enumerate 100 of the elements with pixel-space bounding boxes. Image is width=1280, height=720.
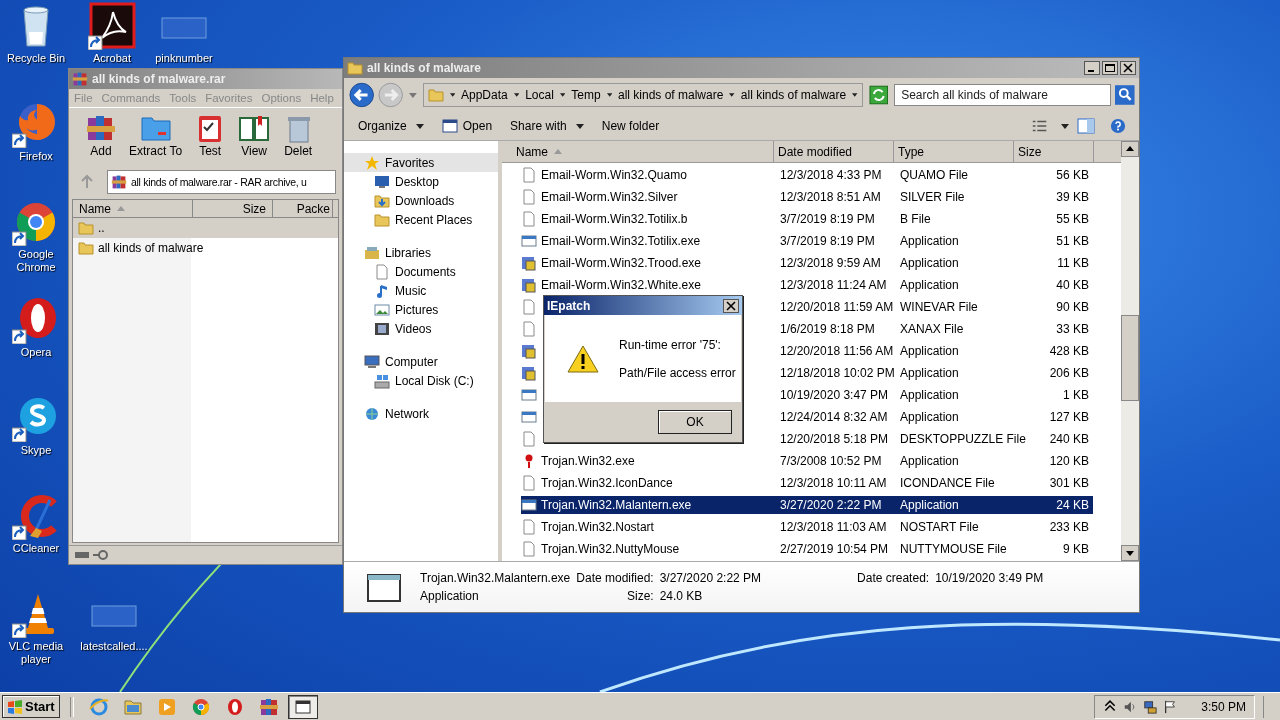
breadcrumb-item[interactable]: all kinds of malware bbox=[618, 88, 724, 102]
desktop-icon-label[interactable]: Acrobat bbox=[93, 52, 131, 65]
file-name[interactable]: Trojan.Win32.IconDance bbox=[537, 474, 775, 492]
file-size: 90 KB bbox=[1055, 299, 1090, 316]
pdf-icon[interactable] bbox=[88, 2, 136, 50]
caret-icon[interactable] bbox=[1061, 123, 1069, 129]
toolbar-button[interactable]: Test bbox=[190, 112, 231, 163]
navigation-item[interactable]: Network bbox=[344, 404, 498, 423]
flag-icon[interactable] bbox=[1163, 699, 1178, 714]
refresh-icon[interactable] bbox=[868, 85, 889, 105]
navigation-item[interactable]: Downloads bbox=[344, 191, 498, 210]
scrollbar[interactable] bbox=[1121, 141, 1139, 561]
desktop-icon-label[interactable]: pinknumber bbox=[155, 52, 213, 65]
toolbar-button[interactable]: View bbox=[234, 112, 275, 163]
toolbar-button[interactable]: Share with bbox=[502, 116, 592, 136]
ok-button[interactable]: OK bbox=[658, 410, 732, 434]
file-name[interactable]: Email-Worm.Win32.Trood.exe bbox=[537, 254, 775, 272]
view-options-icon[interactable] bbox=[1031, 118, 1049, 134]
scrollbar-thumb[interactable] bbox=[1121, 315, 1139, 401]
close-icon[interactable] bbox=[1120, 61, 1136, 75]
toolbar-button[interactable]: Extract To bbox=[125, 112, 187, 163]
dropdown-icon[interactable] bbox=[408, 92, 417, 98]
toolbar-button[interactable]: New folder bbox=[593, 116, 668, 136]
caret-icon[interactable] bbox=[729, 93, 735, 97]
file-type: Application bbox=[420, 589, 480, 603]
toolbar-button[interactable]: Open bbox=[433, 115, 501, 137]
desktop-icon-label[interactable]: Recycle Bin bbox=[6, 52, 66, 65]
close-icon[interactable] bbox=[723, 298, 739, 313]
network-icon[interactable] bbox=[1143, 699, 1158, 714]
program-icon[interactable] bbox=[521, 276, 537, 294]
caret-icon[interactable] bbox=[606, 93, 612, 97]
search-field[interactable]: Search all kinds of malware bbox=[894, 84, 1112, 106]
caret-icon[interactable] bbox=[559, 93, 566, 97]
column-header[interactable]: Date modified bbox=[774, 141, 894, 163]
desktop-icon-label[interactable]: Firefox bbox=[19, 150, 53, 163]
chevron-up-icon[interactable] bbox=[1103, 699, 1118, 714]
navigation-item[interactable]: Favorites bbox=[344, 153, 498, 172]
file-name[interactable]: Email-Worm.Win32.Silver bbox=[537, 188, 775, 206]
file-name[interactable]: Email-Worm.Win32.Totilix.exe bbox=[537, 232, 775, 250]
file-row[interactable]: .. bbox=[73, 218, 338, 238]
navigation-item[interactable]: Music bbox=[344, 281, 498, 300]
navigation-item[interactable]: Computer bbox=[344, 352, 498, 371]
taskbar-button[interactable] bbox=[287, 694, 318, 719]
breadcrumb-item[interactable]: all kinds of malware bbox=[740, 88, 847, 102]
help-icon[interactable] bbox=[1109, 118, 1127, 134]
navigation-item[interactable]: Local Disk (C:) bbox=[344, 371, 498, 390]
caret-icon[interactable] bbox=[449, 93, 455, 97]
navigation-item[interactable]: Libraries bbox=[344, 243, 498, 262]
toolbar-button[interactable]: Delet bbox=[278, 112, 319, 163]
navigation-item[interactable]: Pictures bbox=[344, 300, 498, 319]
search-icon[interactable] bbox=[1115, 85, 1135, 105]
toolbar-button[interactable]: Add bbox=[81, 112, 121, 163]
column-header[interactable]: Name bbox=[73, 200, 193, 217]
window-icon[interactable] bbox=[521, 496, 537, 514]
file-name[interactable]: Trojan.Win32.Nostart bbox=[537, 518, 775, 536]
caret-icon[interactable] bbox=[852, 93, 858, 97]
start-button[interactable]: Start bbox=[2, 695, 60, 718]
minimize-icon[interactable] bbox=[1084, 61, 1100, 75]
file-size: 40 KB bbox=[1055, 277, 1090, 294]
column-header[interactable]: Name bbox=[502, 141, 774, 163]
program-icon[interactable] bbox=[521, 254, 537, 272]
desktop-icon-label[interactable]: Google Chrome bbox=[4, 248, 68, 274]
file-size: 428 KB bbox=[1048, 343, 1090, 360]
breadcrumb-item[interactable]: AppData bbox=[461, 88, 508, 102]
desktop-icon-label[interactable]: latestcalled.... bbox=[80, 640, 148, 653]
clock[interactable]: 3:50 PM bbox=[1201, 699, 1246, 714]
navigation-item[interactable]: Desktop bbox=[344, 172, 498, 191]
preview-pane-icon[interactable] bbox=[1077, 118, 1095, 134]
date-modified: 10/19/2020 3:47 PM bbox=[779, 387, 890, 404]
file-name[interactable]: Trojan.Win32.exe bbox=[537, 452, 775, 470]
column-header[interactable]: Packe bbox=[273, 200, 333, 217]
program-icon[interactable] bbox=[521, 342, 537, 360]
address-bar[interactable]: AppData Local Temp all kinds of malware all kinds of malware bbox=[422, 83, 863, 107]
navigation-item[interactable]: Videos bbox=[344, 319, 498, 338]
path-field[interactable]: all kinds of malware.rar - RAR archive, u bbox=[107, 170, 336, 194]
toolbar-button[interactable]: Organize bbox=[350, 116, 432, 136]
scroll-down-icon[interactable] bbox=[1121, 545, 1139, 561]
column-header[interactable]: Size bbox=[193, 200, 273, 217]
back-icon[interactable] bbox=[348, 81, 376, 109]
caret-icon[interactable] bbox=[513, 93, 520, 97]
navigation-item[interactable]: Documents bbox=[344, 262, 498, 281]
file-row[interactable]: all kinds of malware bbox=[73, 238, 338, 258]
desktop-icon-label[interactable]: VLC media player bbox=[4, 640, 68, 666]
breadcrumb-item[interactable]: Local bbox=[525, 88, 554, 102]
scroll-up-icon[interactable] bbox=[1121, 141, 1139, 157]
file-name[interactable]: Email-Worm.Win32.White.exe bbox=[537, 276, 775, 294]
navigation-item[interactable]: Recent Places bbox=[344, 210, 498, 229]
file-name[interactable]: Email-Worm.Win32.Quamo bbox=[537, 166, 775, 184]
maximize-icon[interactable] bbox=[1102, 61, 1118, 75]
file-name[interactable]: Trojan.Win32.NuttyMouse bbox=[537, 540, 775, 558]
column-header[interactable]: Type bbox=[894, 141, 1014, 163]
program-icon[interactable] bbox=[521, 364, 537, 382]
column-header[interactable]: Size bbox=[1014, 141, 1094, 163]
file-name[interactable]: Trojan.Win32.Malantern.exe bbox=[537, 496, 775, 514]
breadcrumb-item[interactable]: Temp bbox=[571, 88, 601, 102]
desktop-icon-label[interactable]: CCleaner bbox=[12, 542, 60, 555]
file-name[interactable]: Email-Worm.Win32.Totilix.b bbox=[537, 210, 775, 228]
brush-icon[interactable] bbox=[12, 492, 60, 540]
desktop-icon-label[interactable]: Skype bbox=[20, 444, 52, 457]
desktop-icon-label[interactable]: Opera bbox=[20, 346, 52, 359]
